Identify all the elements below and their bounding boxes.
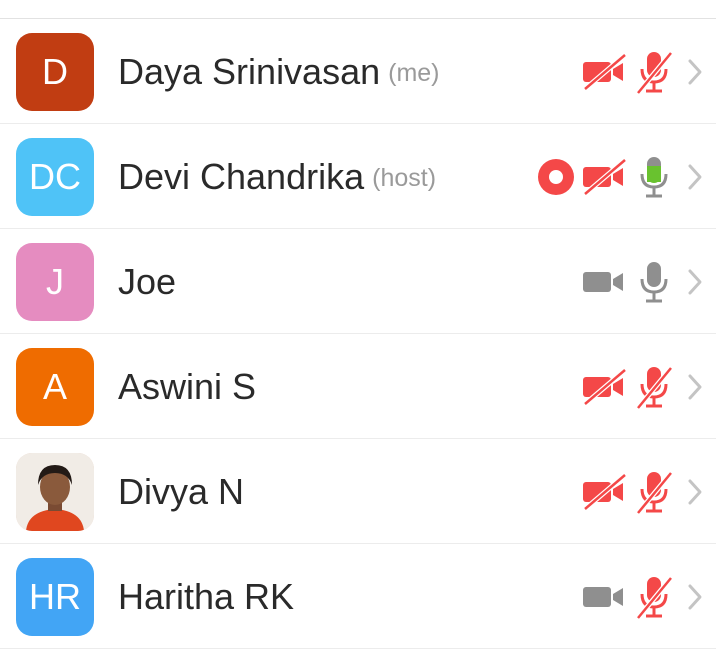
chevron-right-icon[interactable] [686, 477, 704, 507]
participant-row[interactable]: Divya N [0, 439, 716, 544]
participant-name: Joe [118, 260, 177, 302]
participant-row[interactable]: J Joe [0, 229, 716, 334]
avatar [16, 453, 94, 531]
participant-status [582, 19, 704, 124]
chevron-right-icon[interactable] [686, 582, 704, 612]
video-camera-icon [582, 577, 628, 617]
participant-name-group: Devi Chandrika (host) [118, 124, 436, 229]
avatar: A [16, 348, 94, 426]
microphone-muted-icon [634, 574, 674, 620]
microphone-icon [634, 259, 674, 305]
participant-name-group: Aswini S [118, 334, 256, 439]
video-camera-off-icon [582, 367, 628, 407]
record-icon [536, 157, 576, 197]
participant-list: D Daya Srinivasan (me) DC Devi Chandrika (ho… [0, 19, 716, 649]
participant-status [582, 229, 704, 334]
avatar: D [16, 33, 94, 111]
microphone-icon [634, 154, 674, 200]
chevron-right-icon[interactable] [686, 162, 704, 192]
participant-status [582, 439, 704, 544]
microphone-muted-icon [634, 49, 674, 95]
participant-status [582, 334, 704, 439]
participant-name-group: Divya N [118, 439, 244, 544]
avatar: J [16, 243, 94, 321]
chevron-right-icon[interactable] [686, 267, 704, 297]
avatar: HR [16, 558, 94, 636]
video-camera-icon [582, 262, 628, 302]
participant-status [536, 124, 704, 229]
participant-role-tag: (me) [388, 59, 440, 87]
participant-name: Devi Chandrika [118, 155, 365, 197]
avatar-photo [16, 453, 94, 531]
chevron-right-icon[interactable] [686, 372, 704, 402]
video-camera-off-icon [582, 52, 628, 92]
participant-status [582, 544, 704, 649]
participant-row[interactable]: HR Haritha RK [0, 544, 716, 649]
participant-row[interactable]: D Daya Srinivasan (me) [0, 19, 716, 124]
participant-name: Daya Srinivasan [118, 50, 381, 92]
chevron-right-icon[interactable] [686, 57, 704, 87]
video-camera-off-icon [582, 157, 628, 197]
participant-name: Aswini S [118, 365, 257, 407]
microphone-muted-icon [634, 364, 674, 410]
microphone-muted-icon [634, 469, 674, 515]
video-camera-off-icon [582, 472, 628, 512]
participant-name-group: Joe [118, 229, 176, 334]
participant-role-tag: (host) [372, 164, 437, 192]
participant-row[interactable]: A Aswini S [0, 334, 716, 439]
avatar: DC [16, 138, 94, 216]
participant-row[interactable]: DC Devi Chandrika (host) [0, 124, 716, 229]
participant-name-group: Daya Srinivasan (me) [118, 19, 440, 124]
participant-name-group: Haritha RK [118, 544, 294, 649]
participant-name: Divya N [118, 470, 245, 512]
participant-name: Haritha RK [118, 575, 295, 617]
